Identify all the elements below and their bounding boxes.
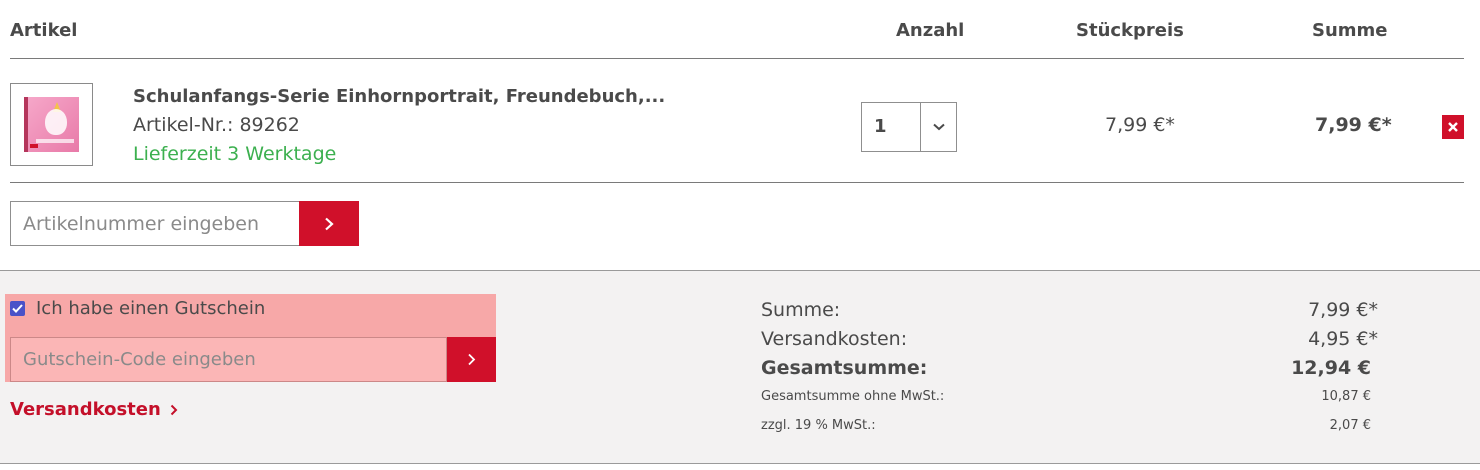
vat-value: 2,07 € [1329, 418, 1371, 433]
shipping-costs-link[interactable]: Versandkosten [10, 399, 178, 420]
product-title-link[interactable]: Schulanfangs-Serie Einhornportrait, Freu… [133, 86, 665, 107]
column-header-stueckpreis: Stückpreis [1076, 20, 1184, 41]
header-divider [10, 58, 1464, 59]
quantity-select[interactable]: 1 [861, 102, 957, 152]
apply-voucher-button[interactable] [447, 337, 496, 382]
line-total: 7,99 €* [1315, 114, 1392, 136]
add-article-button[interactable] [299, 201, 359, 246]
column-header-artikel: Artikel [10, 20, 78, 41]
quantity-value: 1 [874, 116, 887, 137]
remove-item-button[interactable] [1442, 115, 1464, 139]
unit-price: 7,99 €* [1105, 114, 1175, 136]
subtotal-label: Summe: [761, 299, 841, 321]
net-total-label: Gesamtsumme ohne MwSt.: [761, 389, 945, 404]
chevron-down-icon[interactable] [920, 103, 957, 151]
cart-summary: Ich habe einen Gutschein Versandkosten S… [0, 270, 1480, 464]
book-tag [30, 144, 38, 148]
close-icon [1448, 122, 1458, 132]
cart-header: Artikel Anzahl Stückpreis Summe [0, 0, 1480, 58]
voucher-checkbox[interactable] [10, 301, 25, 316]
column-header-anzahl: Anzahl [896, 20, 965, 41]
grand-total-label: Gesamtsumme: [761, 357, 928, 379]
subtotal-value: 7,99 €* [1308, 299, 1378, 321]
net-total-value: 10,87 € [1321, 389, 1371, 404]
voucher-code-input[interactable] [10, 337, 447, 382]
shipping-label: Versandkosten: [761, 328, 908, 350]
voucher-checkbox-label[interactable]: Ich habe einen Gutschein [36, 298, 265, 319]
article-number-input[interactable] [10, 201, 300, 246]
product-image [24, 97, 79, 152]
book-title-strip [36, 139, 74, 143]
shipping-value: 4,95 €* [1308, 328, 1378, 350]
item-divider [10, 182, 1464, 183]
column-header-summe: Summe [1312, 20, 1388, 41]
product-article-number: Artikel-Nr.: 89262 [133, 114, 300, 136]
chevron-right-icon [170, 404, 178, 416]
grand-total-value: 12,94 € [1291, 357, 1371, 379]
delivery-time: Lieferzeit 3 Werktage [133, 143, 337, 165]
chevron-right-icon [325, 217, 334, 230]
vat-label: zzgl. 19 % MwSt.: [761, 418, 876, 433]
product-thumbnail[interactable] [10, 83, 93, 166]
unicorn-icon [45, 109, 67, 135]
shipping-costs-link-label: Versandkosten [10, 399, 161, 420]
checkmark-icon [12, 304, 23, 313]
chevron-right-icon [468, 353, 476, 366]
